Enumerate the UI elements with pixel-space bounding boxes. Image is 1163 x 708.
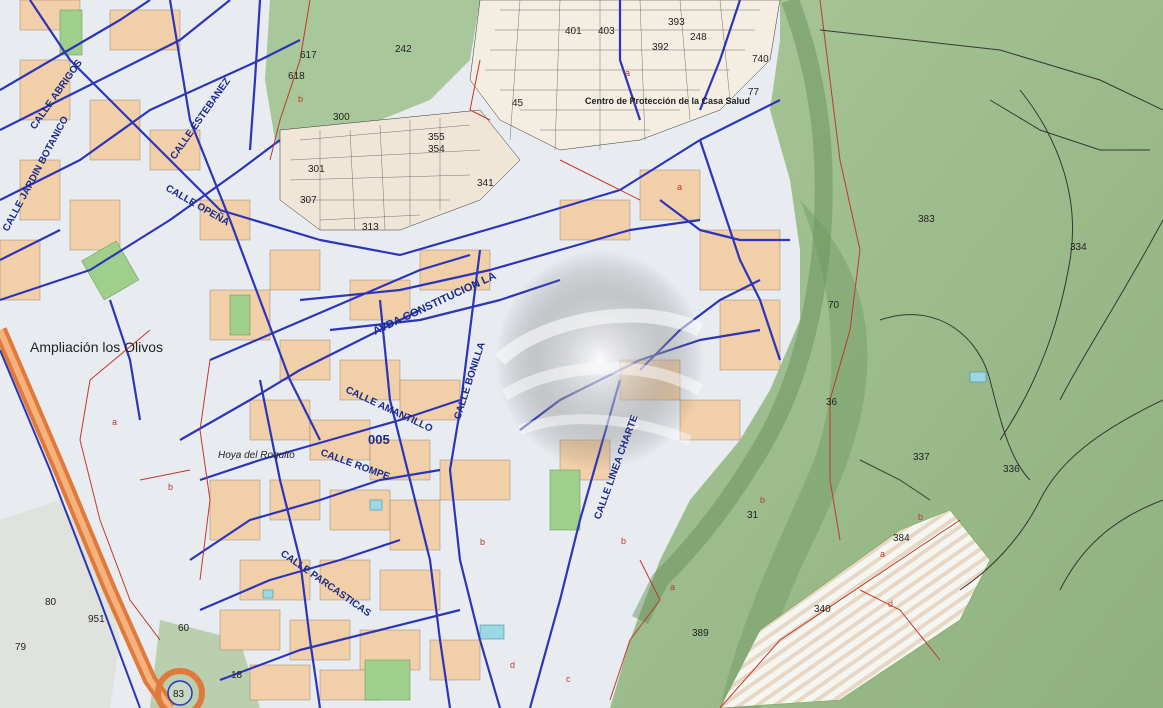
sector-code: 005 [368, 432, 390, 447]
parcel-number: 337 [913, 452, 930, 463]
subparcel-letter: b [298, 94, 303, 104]
parcel-number: 334 [1070, 242, 1087, 253]
parcel-number: 403 [598, 26, 615, 37]
subparcel-letter: c [566, 674, 571, 684]
parcel-number: 392 [652, 42, 669, 53]
parcel-number: 31 [747, 510, 759, 521]
subparcel-letter: b [168, 482, 173, 492]
parcel-number: 80 [45, 597, 57, 608]
parcel-number: 389 [692, 628, 709, 639]
subparcel-letter: a [625, 68, 630, 78]
parcel-number: 354 [428, 144, 445, 155]
parcel-number: 242 [395, 44, 412, 55]
parcel-number: 248 [690, 32, 707, 43]
subparcel-letter: b [480, 537, 485, 547]
subparcel-letter: a [112, 417, 117, 427]
parcel-number: 384 [893, 533, 910, 544]
parcel-number: 301 [308, 164, 325, 175]
parcel-number: 341 [477, 178, 494, 189]
subparcel-letter: d [888, 599, 893, 609]
parcel-number: 70 [828, 300, 840, 311]
parcel-number: 393 [668, 17, 685, 28]
parcel-number: 618 [288, 71, 305, 82]
parcel-number: 383 [918, 214, 935, 225]
parcel-number: 18 [231, 670, 243, 681]
parcel-number: 307 [300, 195, 317, 206]
parcel-number: 951 [88, 614, 105, 625]
parcel-number: 83 [173, 689, 185, 700]
parcel-number: 60 [178, 623, 190, 634]
parcel-number: 300 [333, 112, 350, 123]
parcel-number: 340 [814, 604, 831, 615]
place-label-centro: Centro de Protección de la Casa Salud [585, 96, 750, 106]
subparcel-letter: a [670, 582, 675, 592]
subparcel-letter: b [621, 536, 626, 546]
parcel-number: 77 [748, 87, 760, 98]
place-label-roquito: Hoya del Roquito [218, 450, 295, 461]
logo-globe-icon: C [495, 250, 705, 470]
subparcel-letter: a [677, 182, 682, 192]
parcel-number: 45 [512, 98, 524, 109]
parcel-number: 355 [428, 132, 445, 143]
parcel-number: 617 [300, 50, 317, 61]
cadastral-map[interactable]: C CALLE JARDIN BOTANICO CALLE ABRIGOS CA… [0, 0, 1163, 708]
parcel-number: 401 [565, 26, 582, 37]
subparcel-letter: d [510, 660, 515, 670]
parcel-number: 336 [1003, 464, 1020, 475]
parcel-number: 79 [15, 642, 27, 653]
map-canvas[interactable]: C CALLE JARDIN BOTANICO CALLE ABRIGOS CA… [0, 0, 1163, 708]
subparcel-letter: b [918, 512, 923, 522]
subparcel-letter: a [880, 549, 885, 559]
place-label-olivos: Ampliación los Olivos [30, 339, 163, 355]
parcel-number: 36 [826, 397, 838, 408]
parcel-number: 740 [752, 54, 769, 65]
subparcel-letter: b [760, 495, 765, 505]
parcel-number: 313 [362, 222, 379, 233]
